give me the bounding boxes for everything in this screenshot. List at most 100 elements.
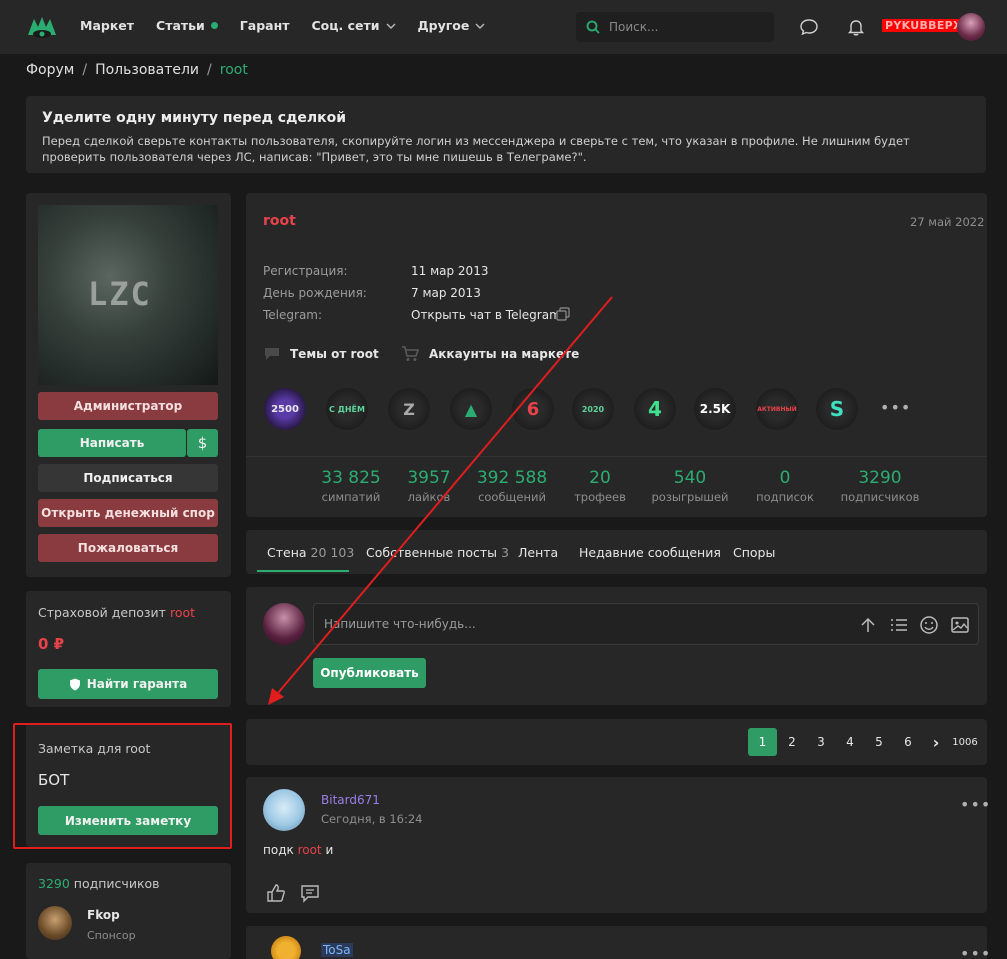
tab-disputes[interactable]: Споры <box>733 545 775 560</box>
nav-other[interactable]: Другое <box>418 18 486 33</box>
write-button[interactable]: Написать <box>38 429 186 457</box>
post-mention[interactable]: root <box>298 843 322 857</box>
subscribe-button[interactable]: Подписаться <box>38 464 218 492</box>
image-icon[interactable] <box>950 615 970 635</box>
nav-market-label: Маркет <box>80 18 135 33</box>
trophy-badge[interactable]: АКТИВНЫЙ <box>756 388 798 430</box>
trophy-badge[interactable]: Z <box>388 388 430 430</box>
last-page-button[interactable]: 1006 <box>950 728 980 756</box>
nav-social[interactable]: Соц. сети <box>311 18 395 33</box>
tab-own-posts[interactable]: Собственные посты 3 <box>366 545 509 560</box>
current-user-avatar[interactable] <box>957 13 985 41</box>
profile-username: root <box>263 213 296 229</box>
page-button-1[interactable]: 1 <box>748 728 777 756</box>
stats-divider <box>246 456 987 457</box>
next-page-button[interactable]: › <box>926 728 946 756</box>
nav-articles[interactable]: Статьи <box>156 18 218 33</box>
stat-likes[interactable]: 33 825 симпатий <box>306 468 396 504</box>
trophy-badge[interactable]: S <box>816 388 858 430</box>
like-icon[interactable] <box>266 883 286 903</box>
post-author-avatar[interactable] <box>263 789 305 831</box>
nav-garant[interactable]: Гарант <box>240 18 290 33</box>
open-dispute-button[interactable]: Открыть денежный спор <box>38 499 218 527</box>
composer-avatar[interactable] <box>263 603 305 645</box>
market-accounts-link[interactable]: Аккаунты на маркете <box>401 346 579 362</box>
stat-reactions[interactable]: 3957 лайков <box>384 468 474 504</box>
stat-label: розыгрышей <box>651 490 729 504</box>
wall-post-input[interactable] <box>324 617 824 631</box>
upload-arrow-icon[interactable] <box>858 615 878 635</box>
post-options-button[interactable]: ••• <box>960 795 991 814</box>
trophy-badge[interactable]: 2500 <box>264 388 306 430</box>
page-button-3[interactable]: 3 <box>811 728 831 756</box>
current-username[interactable]: PYKUBBEPX <box>882 19 965 32</box>
topics-link[interactable]: Темы от root <box>264 346 379 361</box>
tab-label: Споры <box>733 545 776 560</box>
trophy-badge[interactable]: 6 <box>512 388 554 430</box>
role-badge[interactable]: Администратор <box>38 392 218 420</box>
stat-label: сообщений <box>478 490 546 504</box>
breadcrumb-current: root <box>219 62 248 78</box>
composer-box[interactable] <box>313 603 979 645</box>
nav-market[interactable]: Маркет <box>80 18 134 33</box>
post-author-name[interactable]: ToSa <box>321 943 353 957</box>
trophy-badge[interactable]: 4 <box>634 388 676 430</box>
stat-number: 3290 <box>858 468 902 488</box>
post-author-avatar[interactable] <box>271 936 301 959</box>
stat-trophies[interactable]: 20 трофеев <box>555 468 645 504</box>
deposit-label-row: Страховой депозит root <box>38 605 195 620</box>
post-time[interactable]: Сегодня, в 16:24 <box>321 812 422 826</box>
find-garant-button[interactable]: Найти гаранта <box>38 669 218 699</box>
info-key-birthday: День рождения: <box>263 286 367 300</box>
copy-icon[interactable] <box>556 307 570 321</box>
stat-subscriptions[interactable]: 0 подписок <box>740 468 830 504</box>
page-button-4[interactable]: 4 <box>840 728 860 756</box>
telegram-link[interactable]: Открыть чат в Telegram <box>411 308 561 322</box>
tab-label: Собственные посты <box>366 545 498 560</box>
post-author-name[interactable]: Bitard671 <box>321 793 380 807</box>
stat-giveaways[interactable]: 540 розыгрышей <box>645 468 735 504</box>
follower-name[interactable]: Fkop <box>87 908 120 922</box>
followers-heading[interactable]: 3290 подписчиков <box>38 876 160 891</box>
money-transfer-button[interactable]: $ <box>187 429 218 457</box>
follower-role: Спонсор <box>87 929 136 942</box>
list-icon[interactable] <box>889 615 909 635</box>
page-button-5[interactable]: 5 <box>869 728 889 756</box>
more-trophies-button[interactable]: ••• <box>880 398 911 417</box>
publish-button[interactable]: Опубликовать <box>313 658 426 688</box>
info-key-registration: Регистрация: <box>263 264 348 278</box>
page-button-2[interactable]: 2 <box>782 728 802 756</box>
tab-recent-messages[interactable]: Недавние сообщения <box>579 545 721 560</box>
trophy-badge[interactable]: ▲ <box>450 388 492 430</box>
breadcrumb-users[interactable]: Пользователи <box>95 62 199 78</box>
chat-icon[interactable] <box>799 17 819 37</box>
stat-number: 20 <box>589 468 611 488</box>
deposit-amount: 0 ₽ <box>38 635 65 653</box>
bell-icon[interactable] <box>846 17 866 37</box>
stat-number: 3957 <box>407 468 451 488</box>
trophy-badge[interactable]: 2.5K <box>694 388 736 430</box>
edit-note-button[interactable]: Изменить заметку <box>38 806 218 835</box>
market-accounts-label: Аккаунты на маркете <box>429 347 580 361</box>
search-input[interactable] <box>609 20 759 34</box>
breadcrumb-forum[interactable]: Форум <box>26 62 74 78</box>
search-box[interactable] <box>576 12 774 42</box>
emoji-icon[interactable] <box>919 615 939 635</box>
profile-avatar[interactable]: LZC <box>38 205 218 385</box>
tab-wall[interactable]: Стена 20 103 <box>267 545 354 560</box>
stat-subscribers[interactable]: 3290 подписчиков <box>835 468 925 504</box>
post-options-button[interactable]: ••• <box>960 944 991 959</box>
trophy-badge[interactable]: С ДНЁМ <box>326 388 368 430</box>
lolzteam-logo-icon[interactable] <box>26 13 58 41</box>
post-text: подк <box>263 843 294 857</box>
comment-icon[interactable] <box>300 884 320 903</box>
stat-label: трофеев <box>574 490 626 504</box>
deposit-user[interactable]: root <box>170 605 195 620</box>
stat-messages[interactable]: 392 588 сообщений <box>467 468 557 504</box>
trophy-badge[interactable]: 2020 <box>572 388 614 430</box>
trophy-label: 2500 <box>271 403 299 415</box>
tab-feed[interactable]: Лента <box>518 545 558 560</box>
report-button[interactable]: Пожаловаться <box>38 534 218 562</box>
page-button-6[interactable]: 6 <box>898 728 918 756</box>
follower-avatar[interactable] <box>38 906 72 940</box>
